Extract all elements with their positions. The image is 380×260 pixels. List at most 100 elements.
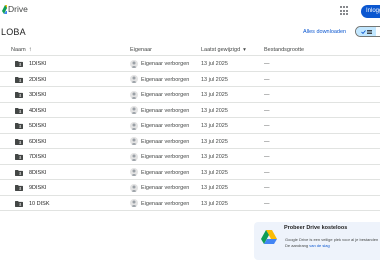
column-header-owner: Eigenaar — [130, 47, 153, 53]
column-name-label: Naam — [11, 47, 26, 53]
table-row[interactable]: 7DISKI Eigenaar verborgen 13 jul 2025 — — [0, 149, 380, 165]
promo-link[interactable]: van de slag — [309, 243, 329, 248]
table-row[interactable]: 5DISKI Eigenaar verborgen 13 jul 2025 — — [0, 118, 380, 134]
shared-folder-icon — [15, 154, 23, 160]
modified-date: 13 jul 2025 — [201, 123, 228, 129]
owner-label: Eigenaar verborgen — [141, 61, 190, 67]
person-avatar-icon — [130, 90, 138, 99]
file-name[interactable]: 6DISKI — [29, 139, 46, 145]
top-header: Drive Inloggen — [0, 0, 380, 22]
person-avatar-icon — [130, 75, 138, 83]
file-size: — — [264, 200, 270, 207]
shared-folder-icon — [15, 169, 23, 176]
file-size: — — [264, 107, 270, 114]
owner-label: Eigenaar verborgen — [141, 200, 190, 207]
file-size: — — [264, 123, 270, 129]
person-avatar-icon — [130, 59, 138, 68]
file-size: — — [264, 61, 270, 67]
person-avatar-icon — [130, 121, 138, 130]
apps-grid-icon[interactable] — [340, 6, 350, 16]
promo-card[interactable]: Probeer Drive kosteloos Google Drive is … — [254, 222, 380, 260]
file-list: 1DISKI Eigenaar verborgen 13 jul 2025—2DIS… — [0, 56, 380, 211]
file-name[interactable]: 1DISKI — [29, 61, 46, 67]
owner-label: Eigenaar verborgen — [141, 138, 190, 145]
file-name[interactable]: 8DISKI — [29, 170, 46, 176]
table-row[interactable]: 2DISKI Eigenaar verborgen 13 jul 2025 — — [0, 72, 380, 87]
file-name[interactable]: 5DISKI — [29, 123, 46, 129]
modified-date: 13 jul 2025 — [201, 154, 228, 160]
owner-label: Eigenaar verborgen — [141, 185, 190, 191]
owner-label: Eigenaar verborgen — [141, 169, 190, 176]
table-row[interactable]: 9DISKI Eigenaar verborgen 13 jul 2025 — — [0, 180, 380, 196]
shared-folder-icon — [15, 200, 23, 207]
person-avatar-icon — [130, 199, 138, 207]
table-row[interactable]: 4DISKI Eigenaar verborgen 13 jul 2025 — — [0, 103, 380, 118]
column-header-modified[interactable]: Laatst gewijzigd ▾ — [201, 47, 246, 53]
owner-label: Eigenaar verborgen — [141, 92, 190, 98]
sort-dropdown-icon[interactable]: ▾ — [243, 47, 246, 53]
shared-folder-icon — [15, 76, 23, 83]
column-modified-label: Laatst gewijzigd — [201, 47, 241, 53]
file-name[interactable]: 4DISKI — [29, 108, 46, 114]
file-size: — — [264, 76, 270, 83]
modified-date: 13 jul 2025 — [201, 200, 228, 207]
file-size: — — [264, 138, 270, 145]
table-header: Naam ↑ Eigenaar Laatst gewijzigd ▾ Besta… — [0, 44, 380, 56]
google-drive-logo — [261, 230, 277, 244]
file-size: — — [264, 185, 270, 191]
sign-in-button[interactable]: Inloggen — [361, 5, 380, 18]
modified-date: 13 jul 2025 — [201, 138, 228, 145]
file-name[interactable]: 10 DISK — [29, 201, 49, 207]
list-view-button[interactable] — [356, 27, 376, 36]
shared-folder-icon — [15, 185, 23, 191]
column-header-size: Bestandsgrootte — [264, 47, 305, 53]
arrow-up-icon[interactable]: ↑ — [29, 47, 32, 53]
promo-text-prefix: De aandrang — [285, 242, 310, 248]
checkmark-icon — [360, 29, 366, 34]
table-row[interactable]: 10 DISK Eigenaar verborgen 13 jul 2025 — — [0, 196, 380, 211]
modified-date: 13 jul 2025 — [201, 169, 228, 176]
file-size: — — [264, 169, 270, 176]
file-size: — — [264, 92, 270, 98]
file-name[interactable]: 9DISKI — [29, 185, 46, 191]
owner-label: Eigenaar verborgen — [141, 154, 190, 160]
shared-folder-icon — [15, 138, 23, 145]
table-row[interactable]: 3DISKI Eigenaar verborgen 13 jul 2025 — — [0, 87, 380, 103]
owner-label: Eigenaar verborgen — [141, 123, 190, 129]
modified-date: 13 jul 2025 — [201, 185, 228, 191]
modified-date: 13 jul 2025 — [201, 61, 228, 67]
view-toggle[interactable] — [355, 26, 380, 37]
owner-label: Eigenaar verborgen — [141, 107, 190, 114]
promo-title: Probeer Drive kosteloos — [284, 225, 348, 231]
modified-date: 13 jul 2025 — [201, 92, 228, 98]
shared-folder-icon — [15, 107, 23, 114]
download-all-button[interactable]: Alles downloaden — [303, 29, 346, 35]
shared-folder-icon — [15, 123, 23, 129]
folder-title: LOBA — [1, 27, 26, 37]
google-drive-logo[interactable] — [2, 5, 7, 15]
modified-date: 13 jul 2025 — [201, 107, 228, 114]
table-row[interactable]: 6DISKI Eigenaar verborgen 13 jul 2025 — — [0, 134, 380, 149]
column-header-name[interactable]: Naam ↑ — [11, 47, 32, 53]
person-avatar-icon — [130, 183, 138, 192]
file-name[interactable]: 3DISKI — [29, 92, 46, 98]
file-name[interactable]: 7DISKI — [29, 154, 46, 160]
modified-date: 13 jul 2025 — [201, 76, 228, 83]
table-row[interactable]: 8DISKI Eigenaar verborgen 13 jul 2025 — — [0, 165, 380, 180]
person-avatar-icon — [130, 106, 138, 114]
list-view-icon — [366, 29, 372, 34]
promo-text: Google Drive is een veilige plek voor al… — [285, 237, 379, 242]
drive-page: Drive Inloggen LOBA Alles downloaden Naa… — [0, 0, 380, 260]
file-size: — — [264, 154, 270, 160]
person-avatar-icon — [130, 152, 138, 161]
file-name[interactable]: 2DISKI — [29, 77, 46, 83]
shared-folder-icon — [15, 92, 23, 98]
person-avatar-icon — [130, 168, 138, 176]
table-row[interactable]: 1DISKI Eigenaar verborgen 13 jul 2025 — — [0, 56, 380, 72]
shared-folder-icon — [15, 61, 23, 67]
promo-text-2: De aandrang van de slag — [285, 243, 330, 248]
person-avatar-icon — [130, 137, 138, 145]
owner-label: Eigenaar verborgen — [141, 76, 190, 83]
grid-view-button[interactable] — [376, 27, 380, 36]
app-name[interactable]: Drive — [8, 4, 28, 14]
